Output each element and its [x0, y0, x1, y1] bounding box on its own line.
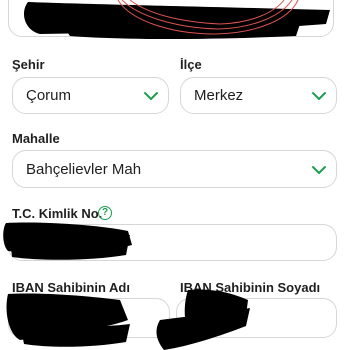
iban-redaction: [6, 289, 250, 350]
neighborhood-label: Mahalle: [12, 131, 60, 146]
district-label: İlçe: [180, 57, 202, 72]
address-redaction: [24, 0, 330, 39]
neighborhood-value: Bahçelievler Mah: [26, 161, 142, 178]
district-value: Merkez: [194, 87, 244, 104]
chevron-down-icon: [312, 92, 326, 100]
id-number-redaction: [3, 222, 132, 260]
chevron-down-icon: [312, 166, 326, 174]
city-select[interactable]: Çorum: [12, 77, 169, 114]
city-label: Şehir: [12, 57, 45, 72]
chevron-down-icon: [144, 92, 158, 100]
city-value: Çorum: [26, 87, 72, 104]
neighborhood-select[interactable]: Bahçelievler Mah: [12, 150, 337, 188]
district-select[interactable]: Merkez: [180, 77, 337, 114]
